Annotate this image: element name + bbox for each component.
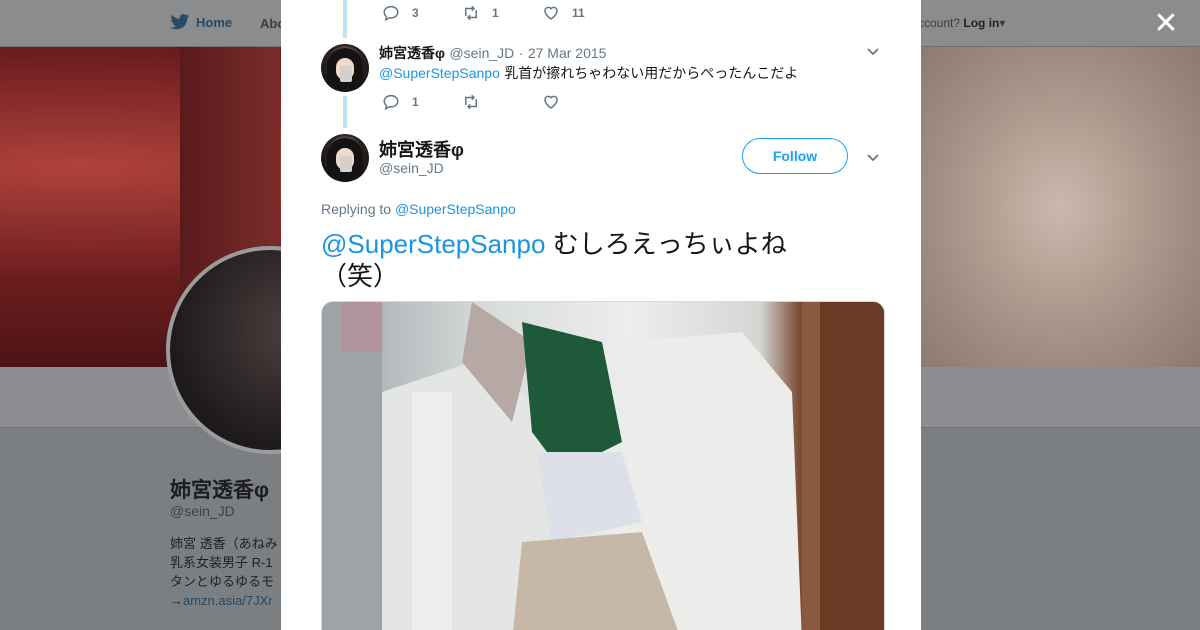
tweet-permalink-modal: 3 1 11 姉宮透香φ @sein_JD · 27 Mar 2015 @Sup… bbox=[281, 0, 921, 630]
profile-name: 姉宮透香φ bbox=[170, 479, 270, 502]
reply-action[interactable]: 1 bbox=[382, 93, 462, 111]
bio-line: 乳系女装男子 R-1 bbox=[170, 555, 273, 570]
reply-tweet-handle[interactable]: @sein_JD bbox=[449, 45, 514, 61]
reply-action[interactable]: 3 bbox=[382, 4, 462, 22]
tweet-photo-image bbox=[322, 302, 884, 630]
bio-line: タンとゆるゆるモ bbox=[170, 574, 275, 589]
home-label: Home bbox=[196, 14, 233, 30]
twitter-bird-icon bbox=[170, 14, 190, 30]
retweet-count: 1 bbox=[492, 6, 499, 20]
main-tweet-name[interactable]: 姉宮透香φ bbox=[379, 136, 464, 162]
reply-icon bbox=[383, 94, 399, 111]
reply-tweet-avatar[interactable] bbox=[321, 44, 369, 92]
login-prefix: ccount? bbox=[918, 16, 961, 30]
like-action[interactable] bbox=[542, 93, 622, 111]
reply-tweet-name[interactable]: 姉宮透香φ bbox=[379, 45, 445, 61]
like-action[interactable]: 11 bbox=[542, 4, 622, 22]
chevron-down-icon[interactable] bbox=[866, 150, 880, 164]
bio-link-line: →amzn.asia/7JXr bbox=[170, 591, 280, 610]
profile-handle: @sein_JD bbox=[170, 503, 235, 519]
bio-link[interactable]: amzn.asia/7JXr bbox=[183, 593, 273, 608]
replying-to: Replying to @SuperStepSanpo bbox=[321, 201, 516, 217]
previous-tweet-actions: 3 1 11 bbox=[382, 4, 622, 22]
reply-count: 3 bbox=[412, 6, 419, 20]
like-icon bbox=[544, 95, 558, 109]
reply-tweet-body: @SuperStepSanpo 乳首が擦れちゃわない用だからぺったんこだよ bbox=[379, 63, 798, 83]
retweet-action[interactable] bbox=[462, 93, 542, 111]
reply-tweet-header: 姉宮透香φ @sein_JD · 27 Mar 2015 bbox=[379, 43, 606, 63]
home-nav-link[interactable]: Home bbox=[170, 14, 232, 30]
reply-tweet-date[interactable]: 27 Mar 2015 bbox=[528, 45, 607, 61]
reply-count: 1 bbox=[412, 95, 419, 109]
chevron-down-icon[interactable] bbox=[866, 44, 880, 58]
reply-tweet-actions: 1 bbox=[382, 93, 622, 111]
replying-to-link[interactable]: @SuperStepSanpo bbox=[395, 201, 516, 217]
retweet-icon bbox=[465, 5, 477, 21]
retweet-icon bbox=[465, 94, 477, 110]
like-count: 11 bbox=[572, 6, 585, 20]
profile-banner-right bbox=[920, 47, 1200, 367]
bio-line: 姉宮 透香（あねみ bbox=[170, 536, 278, 551]
profile-bio: 姉宮 透香（あねみ 乳系女装男子 R-1 タンとゆるゆるモ →amzn.asia… bbox=[170, 534, 280, 610]
main-tweet-mention[interactable]: @SuperStepSanpo bbox=[321, 229, 545, 259]
close-icon[interactable]: ✕ bbox=[1152, 9, 1180, 39]
follow-button[interactable]: Follow bbox=[742, 138, 848, 174]
meta-separator: · bbox=[518, 45, 524, 61]
reply-tweet-mention[interactable]: @SuperStepSanpo bbox=[379, 65, 500, 81]
arrow-prefix: → bbox=[170, 593, 183, 608]
retweet-action[interactable]: 1 bbox=[462, 4, 542, 22]
reply-tweet-text: 乳首が擦れちゃわない用だからぺったんこだよ bbox=[504, 65, 799, 81]
login-link[interactable]: Log in bbox=[963, 16, 999, 30]
reply-icon bbox=[383, 5, 399, 22]
caret-down-icon: ▾ bbox=[999, 16, 1006, 30]
replying-prefix: Replying to bbox=[321, 201, 392, 217]
thread-connector-line bbox=[343, 0, 347, 38]
main-tweet-text-block: @SuperStepSanpo むしろえっちぃよね（笑） bbox=[321, 228, 841, 292]
login-area: ccount? Log in▾ bbox=[918, 16, 1005, 30]
like-icon bbox=[544, 6, 558, 20]
tweet-photo[interactable] bbox=[321, 301, 885, 630]
main-tweet-handle[interactable]: @sein_JD bbox=[379, 160, 444, 176]
main-tweet-avatar[interactable] bbox=[321, 134, 369, 182]
thread-connector-line bbox=[343, 96, 347, 128]
